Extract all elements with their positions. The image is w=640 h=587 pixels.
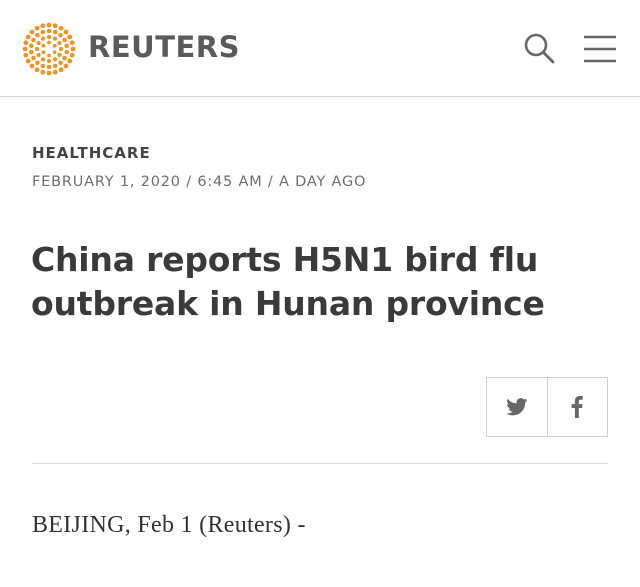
logo-dot [23,52,29,58]
hamburger-menu-icon [584,35,616,63]
logo-dot [41,43,46,48]
logo-dot [46,28,52,34]
logo-dot [64,43,70,49]
logo-dot [70,46,76,52]
menu-button[interactable] [582,33,618,65]
logo-dot [28,49,34,55]
logo-dot [40,23,46,29]
logo-dot [58,32,63,38]
site-header: REUTERS [0,0,640,97]
logo-dot [52,43,57,48]
logo-dot [34,25,40,31]
logo-dot [69,40,75,46]
logo-dot [40,29,46,35]
section-link-healthcare[interactable]: HEALTHCARE [32,144,151,162]
share-twitter-button[interactable] [487,378,547,436]
logo-dot [31,37,36,43]
logo-dot [52,29,58,35]
logo-dot [34,67,40,73]
logo-dot [23,40,29,46]
logo-dot [69,52,75,58]
logo-dot [35,60,40,66]
logo-dot [46,64,52,70]
logo-dot [25,34,31,40]
logo-dot [40,57,46,62]
logo-dot [63,29,69,35]
logo-dot [34,46,40,52]
logo-dot [58,60,63,66]
logo-dot [58,46,64,52]
logo-dot [36,52,41,58]
logo-dot [41,50,46,55]
logo-dot [25,58,31,64]
facebook-icon [571,396,583,418]
search-button[interactable] [522,30,556,66]
logo-dot [52,63,58,69]
logo-dot [31,55,36,61]
share-facebook-button[interactable] [546,378,608,436]
article-dateline: FEBRUARY 1, 2020 / 6:45 AM / A DAY AGO [32,174,367,190]
logo-dot [40,69,46,75]
logo-dot [36,40,41,46]
logo-text[interactable]: REUTERS [88,29,240,65]
logo-dot [52,57,58,62]
logo-dot [62,37,67,43]
logo-dot [52,50,57,55]
logo-dot [28,43,34,49]
logo-dot [47,53,51,58]
logo-dot [67,58,73,64]
share-buttons [486,377,608,437]
logo-dot [52,36,58,41]
reuters-logo-icon[interactable] [22,22,76,76]
logo-dot [57,40,62,46]
logo-dot [46,70,52,76]
logo-dot [46,58,52,64]
logo-dot [58,25,64,31]
logo-dot [64,49,70,55]
logo-dot [52,23,58,29]
logo-dot [29,63,35,69]
logo-dot [67,34,73,40]
logo-dot [57,52,62,58]
logo-dot [40,36,46,41]
logo-dot [63,63,69,69]
search-icon [524,33,555,64]
logo-dot [47,40,51,45]
content-divider [32,463,608,464]
logo-dot [29,29,35,35]
logo-dot [46,22,52,28]
article-body-start: BEIJING, Feb 1 (Reuters) - [32,512,306,538]
article-headline: China reports H5N1 bird flu outbreak in … [31,240,545,323]
logo-dot [40,63,46,69]
logo-dot [22,46,28,52]
logo-dot [52,69,58,75]
logo-dot [46,34,52,40]
twitter-icon [505,398,528,416]
logo-dot [58,67,64,73]
logo-dot [62,55,67,61]
logo-dot [35,32,40,38]
